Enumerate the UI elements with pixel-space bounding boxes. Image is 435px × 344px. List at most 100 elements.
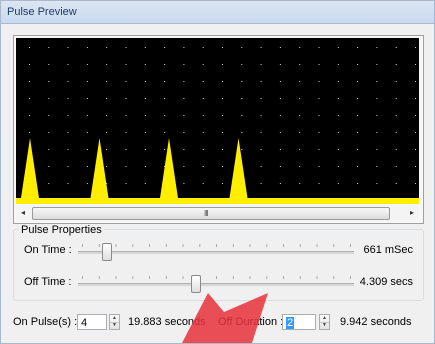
on-pulses-label: On Pulse(s) : [13,316,78,328]
grid-dot [376,81,378,82]
grid-dot [260,98,262,99]
horizontal-scrollbar[interactable]: ◂ III ▸ [16,205,419,221]
on-pulses-input[interactable]: 4 [77,314,107,330]
grid-dot [48,115,50,116]
pulse-spike [229,138,248,198]
grid-dot [106,149,108,150]
off-duration-input[interactable]: 2 [282,314,316,330]
slider-tick [115,244,117,247]
off-duration-spinner[interactable]: ▲ ▼ [319,314,330,330]
grid-dot [67,81,69,82]
grid-dot [48,132,50,133]
grid-dot [415,98,416,99]
grid-dot [86,81,88,82]
slider-tick [333,276,335,279]
grid-dot [395,98,397,99]
grid-dot [48,166,50,167]
grid-dot [48,47,50,48]
slider-tick [132,244,134,247]
grid-dot [164,98,166,99]
slider-tick [82,276,83,279]
on-time-label: On Time : [24,244,72,256]
slider-tick [283,276,284,279]
grid-dot [395,81,397,82]
grid-dot [299,47,301,48]
grid-dot [376,64,378,65]
grid-dot [376,132,378,133]
slider-tick [299,276,301,279]
grid-dot [183,81,185,82]
grid-dot [260,149,262,150]
grid-dot [29,98,30,99]
grid-dot [202,183,204,184]
grid-dot [318,166,320,167]
pulse-preview-panel: ◂ III ▸ [13,35,424,224]
grid-dot [222,183,223,184]
grid-dot [260,64,262,65]
slider-tick [266,276,268,279]
slider-tick [132,276,134,279]
grid-dot [318,47,320,48]
grid-dot [241,98,243,99]
grid-dot [415,166,416,167]
grid-dot [144,183,146,184]
grid-dot [318,64,320,65]
grid-dot [318,132,320,133]
grid-dot [86,47,88,48]
grid-dot [164,47,166,48]
grid-dot [29,47,30,48]
grid-dot [357,132,359,133]
grid-dot [337,149,339,150]
grid-dot [222,166,223,167]
grid-dot [144,115,146,116]
grid-dot [144,81,146,82]
slider-tick [165,276,167,279]
grid-dot [29,115,30,116]
spin-down-icon[interactable]: ▼ [320,322,329,329]
grid-dot [395,115,397,116]
grid-dot [395,183,397,184]
scroll-grip-icon: III [204,209,209,218]
grid-dot [202,149,204,150]
grid-dot [260,47,262,48]
scroll-left-arrow-icon[interactable]: ◂ [16,205,30,221]
grid-dot [48,149,50,150]
grid-dot [241,115,243,116]
grid-dot [299,115,301,116]
grid-dot [415,47,416,48]
on-time-slider-thumb[interactable] [102,243,113,261]
slider-tick [149,244,150,247]
grid-dot [279,98,281,99]
grid-dot [183,98,185,99]
spin-down-icon[interactable]: ▼ [110,322,119,329]
grid-dot [125,64,127,65]
slider-tick [316,244,318,247]
grid-dot [299,64,301,65]
slider-tick [299,244,301,247]
on-pulses-spinner[interactable]: ▲ ▼ [109,314,120,330]
on-time-slider[interactable] [78,243,354,261]
scroll-thumb[interactable]: III [32,207,390,220]
scroll-right-arrow-icon[interactable]: ▸ [405,205,419,221]
grid-dot [106,115,108,116]
waveform-canvas [16,47,419,204]
grid-dot [318,115,320,116]
grid-dot [337,183,339,184]
slider-tick [216,244,217,247]
grid-dot [299,183,301,184]
grid-dot [260,115,262,116]
grid-dot [125,166,127,167]
grid-dot [395,149,397,150]
grid-dot [376,183,378,184]
grid-dot [125,81,127,82]
grid-dot [106,64,108,65]
slider-tick [316,276,318,279]
grid-dot [86,166,88,167]
grid-dot [164,64,166,65]
grid-dot [260,183,262,184]
slider-tick [165,244,167,247]
grid-dot [357,183,359,184]
grid-dot [48,81,50,82]
slider-tick [115,276,117,279]
grid-dot [183,115,185,116]
